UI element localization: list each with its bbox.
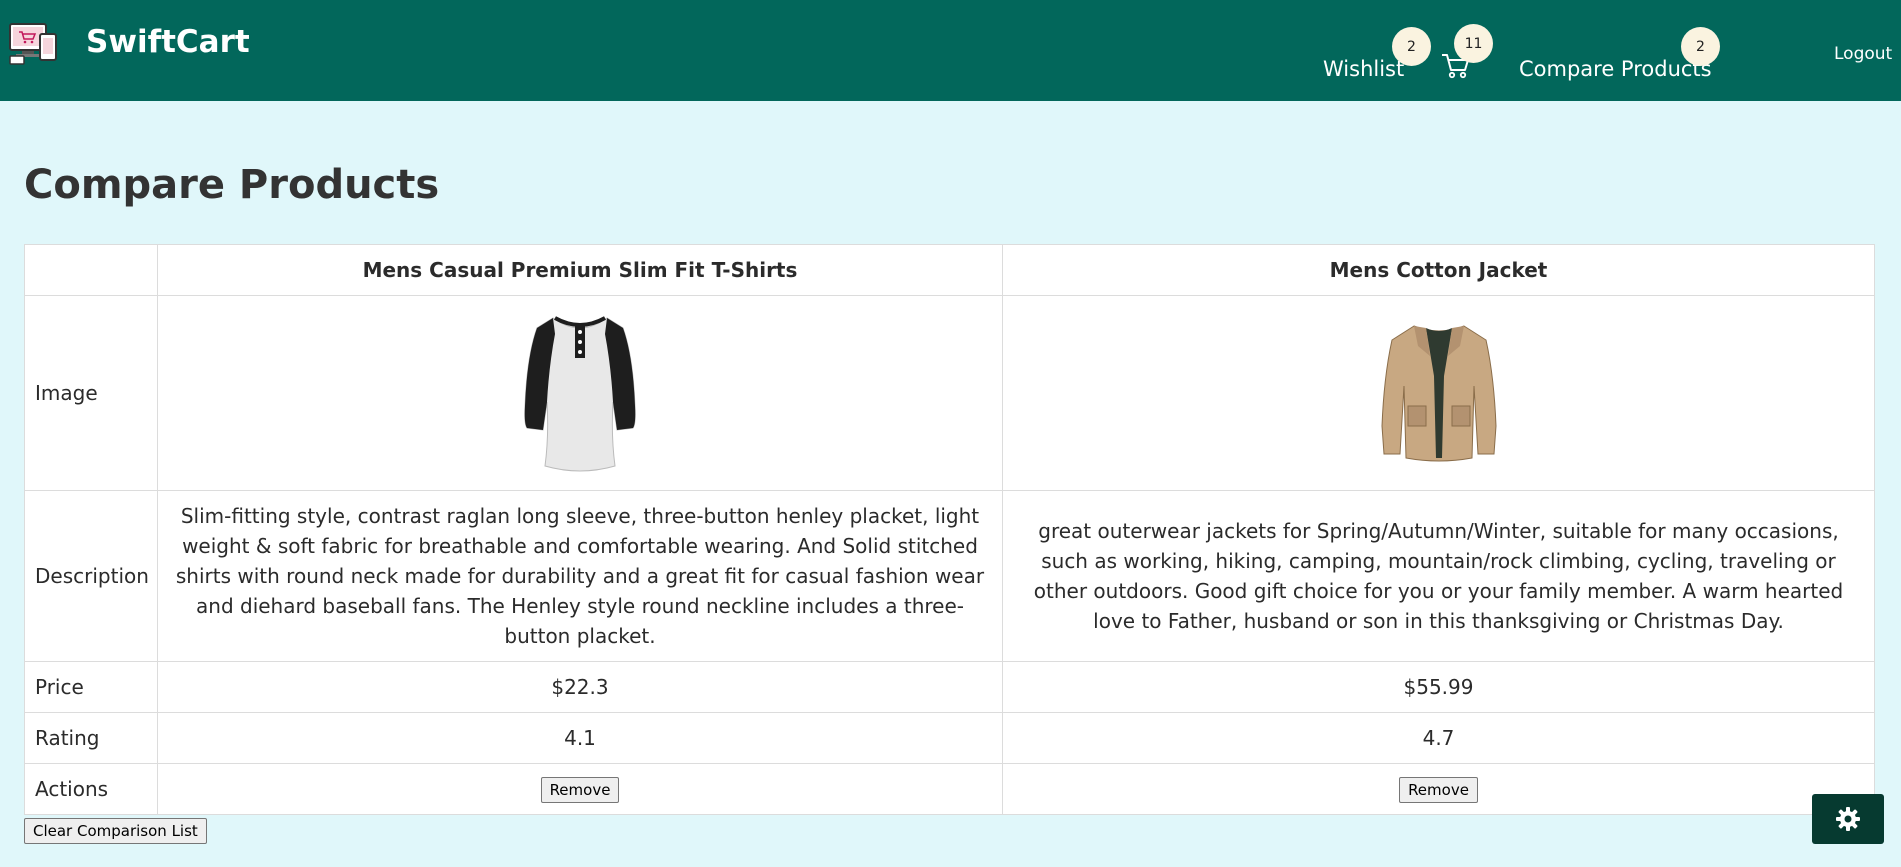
product-price: $55.99 <box>1002 661 1875 713</box>
logout-link[interactable]: Logout <box>1834 44 1892 64</box>
wishlist-link[interactable]: Wishlist <box>1323 57 1404 81</box>
page-title: Compare Products <box>24 162 440 208</box>
cart-count-badge: 11 <box>1454 24 1493 63</box>
product-description: Slim-fitting style, contrast raglan long… <box>157 490 1003 662</box>
top-navbar: SwiftCart Wishlist 2 11 Compare Products… <box>0 0 1901 101</box>
row-label-description: Description <box>24 490 158 662</box>
remove-button[interactable]: Remove <box>540 776 620 803</box>
product-rating: 4.1 <box>157 712 1003 764</box>
empty-header-cell <box>24 244 158 296</box>
jacket-product-image <box>1380 324 1497 461</box>
gear-icon <box>1836 807 1860 831</box>
product-image-cell <box>157 295 1003 491</box>
product-rating: 4.7 <box>1002 712 1875 764</box>
row-label-image: Image <box>24 295 158 491</box>
rating-row: Rating 4.1 4.7 <box>24 712 1875 764</box>
tshirt-product-image <box>524 315 636 471</box>
row-label-rating: Rating <box>24 712 158 764</box>
remove-button[interactable]: Remove <box>1399 776 1478 803</box>
actions-row: Actions Remove Remove <box>24 763 1875 815</box>
product-image-cell <box>1002 295 1875 491</box>
table-header-row: Mens Casual Premium Slim Fit T-Shirts Me… <box>24 244 1875 296</box>
actions-cell: Remove <box>157 763 1003 815</box>
compare-products-link[interactable]: Compare Products <box>1519 57 1712 81</box>
actions-cell: Remove <box>1002 763 1875 815</box>
swiftcart-logo[interactable] <box>8 20 60 66</box>
image-row: Image <box>24 295 1875 491</box>
clear-comparison-button[interactable]: Clear Comparison List <box>24 818 207 844</box>
price-row: Price $22.3 $55.99 <box>24 661 1875 713</box>
compare-count-badge: 2 <box>1681 27 1720 66</box>
brand-name[interactable]: SwiftCart <box>86 24 250 60</box>
product-description: great outerwear jackets for Spring/Autum… <box>1002 490 1875 662</box>
settings-button[interactable] <box>1812 794 1884 844</box>
row-label-price: Price <box>24 661 158 713</box>
product-price: $22.3 <box>157 661 1003 713</box>
row-label-actions: Actions <box>24 763 158 815</box>
description-row: Description Slim-fitting style, contrast… <box>24 490 1875 662</box>
comparison-table: Mens Casual Premium Slim Fit T-Shirts Me… <box>24 244 1875 815</box>
wishlist-count-badge: 2 <box>1392 27 1431 66</box>
product-name-header: Mens Casual Premium Slim Fit T-Shirts <box>157 244 1003 296</box>
product-name-header: Mens Cotton Jacket <box>1002 244 1875 296</box>
